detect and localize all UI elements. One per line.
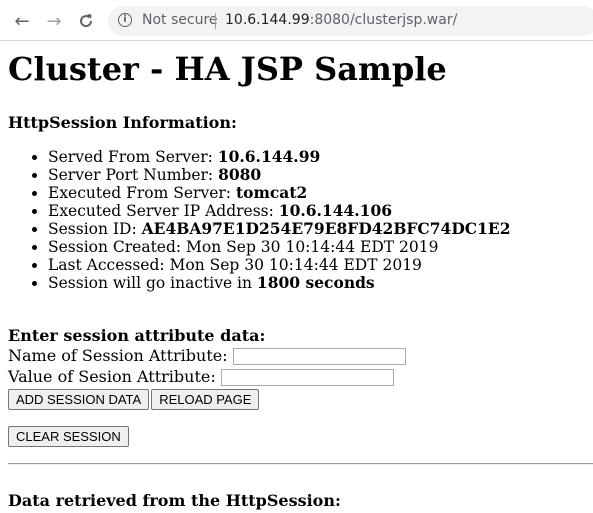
session-attribute-form: Enter session attribute data: Name of Se…	[8, 326, 593, 448]
list-item: Served From Server: 10.6.144.99	[48, 147, 593, 167]
browser-toolbar: ← → i Not secure 10.6.144.99:8080/cluste…	[0, 0, 593, 41]
port-value: 8080	[218, 165, 262, 185]
value-label: Value of Sesion Attribute:	[8, 367, 216, 387]
attribute-value-input[interactable]	[220, 369, 394, 387]
executed-from-label: Executed From Server:	[48, 184, 236, 203]
list-item: Session ID: AE4BA97E1D254E79E8FD42BFC74D…	[48, 219, 593, 239]
forward-arrow-icon[interactable]: →	[42, 9, 66, 33]
form-heading: Enter session attribute data:	[8, 326, 266, 346]
security-status: Not secure	[142, 12, 218, 28]
value-row: Value of Sesion Attribute:	[8, 366, 593, 387]
page-title: Cluster - HA JSP Sample	[8, 50, 447, 88]
attribute-name-input[interactable]	[232, 348, 406, 366]
list-item: Session will go inactive in 1800 seconds	[48, 273, 593, 293]
address-bar[interactable]: i Not secure 10.6.144.99:8080/clusterjsp…	[108, 6, 593, 36]
session-id-label: Session ID:	[48, 220, 142, 239]
url-path: :8080/clusterjsp.war/	[309, 12, 458, 28]
reload-icon[interactable]	[74, 9, 98, 33]
executed-ip-value: 10.6.144.106	[278, 201, 393, 221]
session-id-value: AE4BA97E1D254E79E8FD42BFC74DC1E2	[141, 219, 511, 239]
list-item: Server Port Number: 8080	[48, 165, 593, 185]
served-from-label: Served From Server:	[48, 148, 218, 167]
inactive-value: 1800 seconds	[256, 273, 375, 293]
session-created-text: Session Created: Mon Sep 30 10:14:44 EDT…	[48, 238, 439, 257]
clear-session-button[interactable]: CLEAR SESSION	[8, 426, 129, 448]
reload-page-button[interactable]: RELOAD PAGE	[151, 389, 260, 411]
divider	[8, 463, 593, 466]
served-from-value: 10.6.144.99	[217, 147, 321, 167]
port-label: Server Port Number:	[48, 166, 219, 185]
url-text[interactable]: 10.6.144.99:8080/clusterjsp.war/	[225, 12, 457, 28]
inactive-label: Session will go inactive in	[48, 274, 257, 293]
name-label: Name of Session Attribute:	[8, 346, 228, 366]
address-divider	[215, 13, 216, 29]
list-item: Last Accessed: Mon Sep 30 10:14:44 EDT 2…	[48, 256, 593, 274]
list-item: Session Created: Mon Sep 30 10:14:44 EDT…	[48, 238, 593, 256]
reload-icon-graphic	[80, 14, 93, 28]
form-buttons: ADD SESSION DATA RELOAD PAGE	[8, 389, 593, 411]
session-info-heading: HttpSession Information:	[8, 113, 237, 133]
executed-ip-label: Executed Server IP Address:	[48, 202, 279, 221]
add-session-data-button[interactable]: ADD SESSION DATA	[8, 389, 150, 411]
executed-from-value: tomcat2	[235, 183, 308, 203]
name-row: Name of Session Attribute:	[8, 345, 593, 366]
info-icon[interactable]: i	[118, 13, 132, 27]
retrieved-data-heading: Data retrieved from the HttpSession:	[8, 491, 341, 511]
page-content: Cluster - HA JSP Sample HttpSession Info…	[8, 41, 593, 510]
last-accessed-text: Last Accessed: Mon Sep 30 10:14:44 EDT 2…	[48, 256, 422, 275]
clear-row: CLEAR SESSION	[8, 426, 593, 448]
list-item: Executed From Server: tomcat2	[48, 183, 593, 203]
back-arrow-icon[interactable]: ←	[10, 9, 34, 33]
url-host: 10.6.144.99	[225, 12, 310, 28]
session-info-list: Served From Server: 10.6.144.99 Server P…	[8, 147, 593, 293]
list-item: Executed Server IP Address: 10.6.144.106	[48, 201, 593, 221]
